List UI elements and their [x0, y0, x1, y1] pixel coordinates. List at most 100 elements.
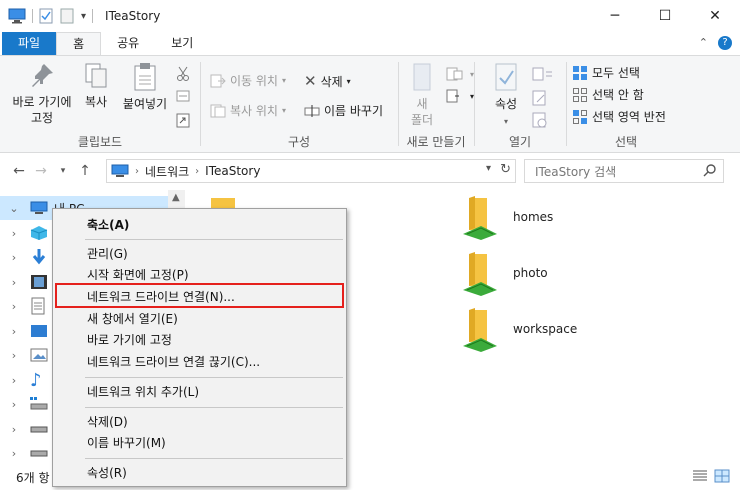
easy-access-icon[interactable]: ▾ — [446, 88, 474, 104]
folder-icon — [211, 198, 235, 208]
new-folder-button[interactable]: 새 폴더 — [402, 62, 442, 128]
menu-item-properties[interactable]: 속성(R) — [87, 463, 127, 483]
select-all-icon — [573, 65, 587, 80]
open-icon[interactable] — [532, 66, 554, 82]
properties-icon[interactable] — [39, 8, 53, 24]
minimize-button[interactable]: ─ — [590, 0, 640, 32]
new-group: 새 폴더 ▾ ▾ 새로 만들기 — [398, 56, 474, 152]
organize-group-label: 구성 — [287, 135, 311, 149]
chevron-right-icon[interactable]: › — [135, 166, 139, 177]
menu-item-disconnect-drive[interactable]: 네트워크 드라이브 연결 끊기(C)... — [87, 352, 260, 372]
menu-separator — [85, 377, 343, 378]
tab-view[interactable]: 보기 — [155, 32, 209, 55]
list-item[interactable]: homes — [461, 196, 553, 242]
edit-icon[interactable] — [532, 90, 548, 106]
details-view-icon[interactable] — [692, 469, 708, 483]
recent-locations-icon[interactable]: ▾ — [52, 166, 74, 176]
ribbon: 바로 가기에 고정 복사 붙여넣기 클립보드 이동 위치 ▾ ✕ 삭제 ▾ 복사… — [0, 55, 740, 153]
expand-chevron-icon[interactable]: › — [6, 374, 22, 387]
menu-item-delete[interactable]: 삭제(D) — [87, 412, 128, 432]
copy-path-icon[interactable] — [176, 90, 190, 102]
new-group-label: 새로 만들기 — [406, 135, 466, 149]
paste-shortcut-icon[interactable] — [176, 112, 190, 128]
list-item[interactable]: photo — [461, 252, 548, 298]
invert-selection-button[interactable]: 선택 영역 반전 — [572, 108, 666, 125]
address-bar[interactable]: › 네트워크 › ITeaStory ▾ ↻ — [106, 159, 516, 183]
expand-chevron-icon[interactable]: › — [6, 227, 22, 240]
rename-button[interactable]: 이름 바꾸기 — [304, 102, 383, 119]
copy-button[interactable]: 복사 — [78, 62, 114, 110]
computer-icon — [8, 8, 26, 24]
expand-chevron-icon[interactable]: › — [6, 300, 22, 313]
copy-to-label: 복사 위치 — [230, 104, 278, 118]
history-icon[interactable] — [532, 112, 548, 128]
menu-separator — [85, 458, 343, 459]
expand-chevron-icon[interactable]: › — [6, 447, 22, 460]
select-none-icon — [573, 87, 587, 102]
up-arrow-icon[interactable]: ↑ — [74, 163, 96, 179]
menu-item-rename[interactable]: 이름 바꾸기(M) — [87, 433, 166, 453]
copy-to-button[interactable]: 복사 위치 ▾ — [210, 102, 286, 119]
clipboard-group: 바로 가기에 고정 복사 붙여넣기 클립보드 — [0, 56, 200, 152]
clipboard-group-label: 클립보드 — [77, 135, 123, 149]
copy-label: 복사 — [84, 95, 108, 109]
item-name: photo — [513, 266, 548, 280]
breadcrumb-network[interactable]: 네트워크 — [145, 163, 189, 180]
scroll-up-icon[interactable]: ▲ — [172, 192, 180, 203]
refresh-icon[interactable]: ↻ — [500, 162, 511, 177]
help-icon[interactable]: ? — [718, 36, 732, 50]
new-item-icon[interactable]: ▾ — [446, 66, 474, 82]
close-button[interactable]: ✕ — [690, 0, 740, 32]
tab-home[interactable]: 홈 — [56, 32, 102, 55]
expand-chevron-icon[interactable]: › — [6, 251, 22, 264]
expand-chevron-icon[interactable]: › — [6, 276, 22, 289]
menu-item-open-new-window[interactable]: 새 창에서 열기(E) — [87, 309, 178, 329]
chevron-right-icon[interactable]: › — [195, 166, 199, 177]
network-share-folder-icon — [463, 308, 497, 352]
expand-chevron-icon[interactable]: › — [6, 349, 22, 362]
desktop-icon — [31, 325, 47, 337]
menu-item-pin-quick-access[interactable]: 바로 가기에 고정 — [87, 330, 172, 350]
expand-chevron-icon[interactable]: › — [6, 398, 22, 411]
customize-qat-icon[interactable]: ▾ — [81, 11, 86, 22]
list-item[interactable]: workspace — [461, 308, 577, 354]
back-arrow-icon[interactable]: ← — [8, 163, 30, 179]
expand-chevron-icon[interactable]: › — [6, 325, 22, 338]
pin-quick-access-button[interactable]: 바로 가기에 고정 — [6, 62, 78, 126]
open-group-label: 열기 — [508, 135, 532, 149]
menu-separator — [85, 407, 343, 408]
menu-item-collapse[interactable]: 축소(A) — [87, 215, 129, 235]
cut-icon[interactable] — [176, 66, 190, 82]
maximize-button[interactable]: ☐ — [640, 0, 690, 32]
forward-arrow-icon[interactable]: → — [30, 163, 52, 179]
item-name: workspace — [513, 322, 578, 336]
new-folder-icon[interactable] — [59, 8, 75, 24]
search-placeholder: ITeaStory 검색 — [535, 164, 617, 179]
select-all-label: 모두 선택 — [592, 66, 640, 80]
tab-share[interactable]: 공유 — [101, 32, 155, 55]
separator — [32, 9, 33, 23]
menu-item-add-network-location[interactable]: 네트워크 위치 추가(L) — [87, 382, 199, 402]
invert-selection-label: 선택 영역 반전 — [592, 110, 666, 124]
ribbon-collapse-icon[interactable]: ⌃ — [699, 36, 708, 50]
tab-file[interactable]: 파일 — [2, 32, 57, 55]
properties-icon — [495, 63, 517, 91]
collapse-chevron-icon[interactable]: ⌄ — [6, 202, 22, 215]
expand-chevron-icon[interactable]: › — [6, 423, 22, 436]
select-all-button[interactable]: 모두 선택 — [572, 64, 640, 81]
select-none-button[interactable]: 선택 안 함 — [572, 86, 644, 103]
ribbon-tabs: 파일 홈 공유 보기 ⌃ ? — [0, 32, 740, 55]
address-dropdown-icon[interactable]: ▾ — [486, 163, 491, 174]
paste-button[interactable]: 붙여넣기 — [118, 62, 172, 112]
breadcrumb-iteastory[interactable]: ITeaStory — [205, 164, 260, 178]
properties-button[interactable]: 속성 ▾ — [486, 62, 526, 130]
delete-icon: ✕ — [304, 72, 317, 90]
menu-item-pin-start[interactable]: 시작 화면에 고정(P) — [87, 265, 189, 285]
search-box[interactable]: ITeaStory 검색 — [524, 159, 724, 183]
delete-button[interactable]: ✕ 삭제 ▾ — [304, 72, 351, 90]
menu-item-manage[interactable]: 관리(G) — [87, 244, 128, 264]
move-to-button[interactable]: 이동 위치 ▾ — [210, 72, 286, 89]
large-icons-view-icon[interactable] — [714, 469, 730, 483]
network-share-folder-icon — [463, 196, 497, 240]
pin-label-line2: 고정 — [30, 111, 54, 125]
